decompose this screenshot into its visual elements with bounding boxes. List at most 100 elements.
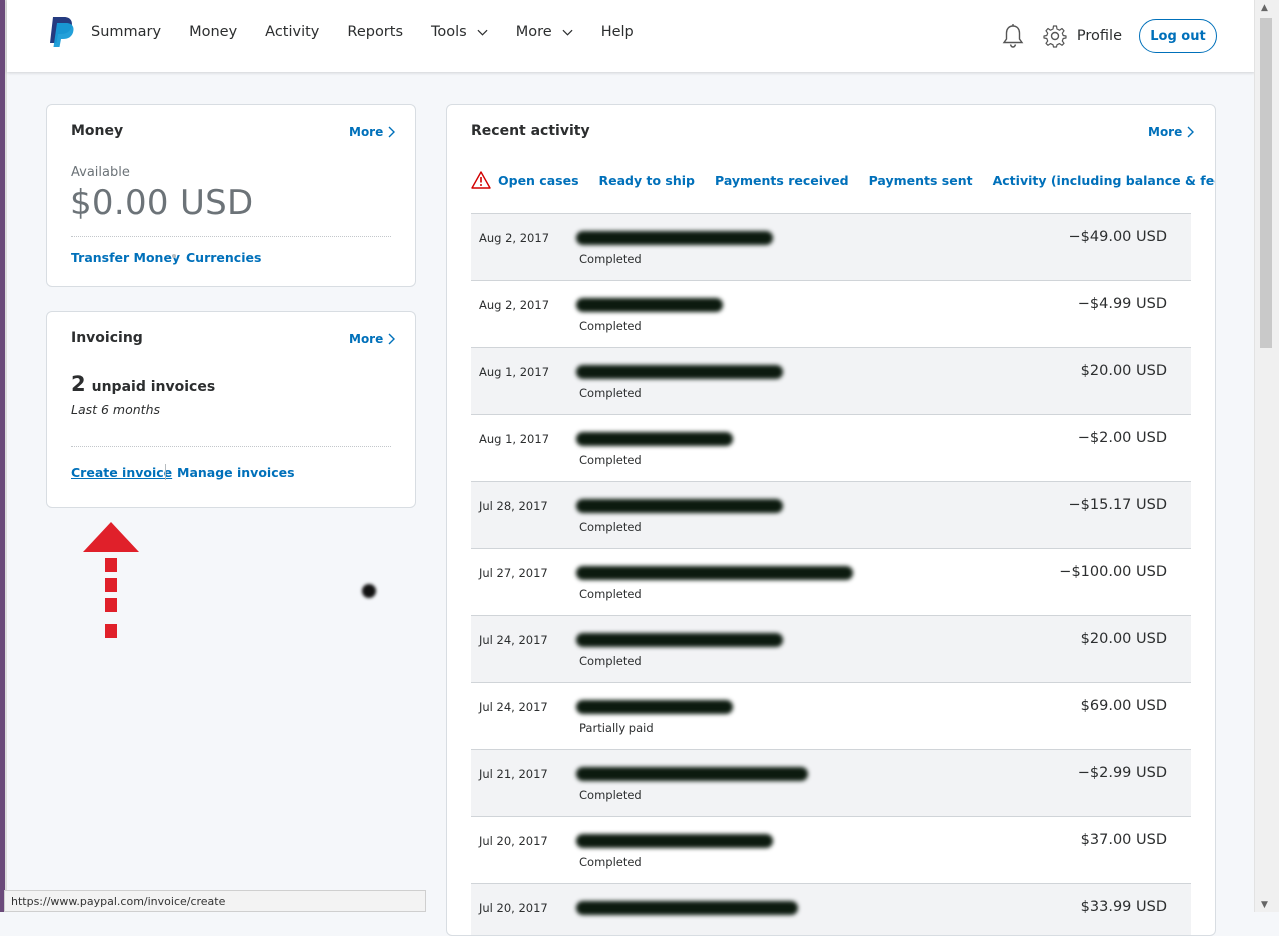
filter-open-cases[interactable]: Open cases bbox=[498, 173, 579, 188]
redacted-name bbox=[576, 633, 783, 647]
create-invoice-link[interactable]: Create invoice bbox=[71, 465, 172, 480]
row-status: Completed bbox=[579, 386, 642, 400]
divider bbox=[71, 236, 391, 237]
window-frame-edge bbox=[5, 0, 7, 912]
table-row[interactable]: Aug 1, 2017 Completed −$2.00 USD bbox=[471, 415, 1191, 482]
table-row[interactable]: Jul 20, 2017 $33.99 USD bbox=[471, 884, 1191, 935]
row-status: Completed bbox=[579, 319, 642, 333]
vertical-scrollbar[interactable]: ▲ ▼ bbox=[1254, 0, 1279, 912]
nav-item-more[interactable]: More bbox=[516, 24, 573, 40]
mouse-cursor-blob bbox=[362, 584, 376, 598]
nav-item-activity[interactable]: Activity bbox=[265, 24, 319, 40]
table-row[interactable]: Jul 27, 2017 Completed −$100.00 USD bbox=[471, 549, 1191, 616]
currencies-link[interactable]: Currencies bbox=[186, 250, 261, 265]
row-amount: $37.00 USD bbox=[1080, 832, 1167, 848]
nav-item-label: Activity bbox=[265, 24, 320, 40]
unpaid-invoices-summary[interactable]: 2 unpaid invoices bbox=[71, 372, 215, 396]
transfer-money-link[interactable]: Transfer Money bbox=[71, 250, 180, 265]
row-amount: −$2.00 USD bbox=[1077, 430, 1167, 446]
red-arrow-annotation bbox=[83, 522, 139, 638]
row-amount: $33.99 USD bbox=[1080, 899, 1167, 915]
separator-dot bbox=[172, 254, 176, 258]
nav-item-label: More bbox=[515, 24, 552, 40]
filter-payments-sent[interactable]: Payments sent bbox=[869, 173, 973, 188]
table-row[interactable]: Jul 24, 2017 Completed $20.00 USD bbox=[471, 616, 1191, 683]
money-more-label: More bbox=[349, 125, 384, 139]
main-nav: Summary Money Activity Reports Tools More Help bbox=[91, 24, 662, 40]
profile-link[interactable]: Profile bbox=[1077, 28, 1122, 44]
row-amount: −$15.17 USD bbox=[1068, 497, 1167, 513]
redacted-name bbox=[576, 700, 733, 714]
row-date: Aug 1, 2017 bbox=[479, 365, 550, 379]
separator-pipe bbox=[165, 464, 166, 480]
row-date: Aug 2, 2017 bbox=[479, 231, 550, 245]
chevron-right-icon bbox=[388, 333, 396, 345]
invoicing-card: Invoicing More 2 unpaid invoices Last 6 … bbox=[46, 311, 416, 508]
money-more-link[interactable]: More bbox=[349, 125, 396, 139]
nav-item-tools[interactable]: Tools bbox=[431, 24, 488, 40]
divider bbox=[71, 446, 391, 447]
table-row[interactable]: Jul 21, 2017 Completed −$2.99 USD bbox=[471, 750, 1191, 817]
row-date: Jul 27, 2017 bbox=[479, 566, 548, 580]
nav-item-help[interactable]: Help bbox=[601, 24, 634, 40]
nav-item-label: Help bbox=[600, 24, 634, 40]
row-status: Completed bbox=[579, 252, 642, 266]
table-row[interactable]: Aug 2, 2017 Completed −$4.99 USD bbox=[471, 281, 1191, 348]
activity-more-label: More bbox=[1148, 125, 1183, 139]
balance-amount: $0.00 USD bbox=[70, 183, 254, 223]
nav-item-money[interactable]: Money bbox=[189, 24, 237, 40]
activity-more-link[interactable]: More bbox=[1148, 125, 1195, 139]
scroll-thumb[interactable] bbox=[1260, 18, 1272, 348]
activity-filters: Open cases Ready to ship Payments receiv… bbox=[471, 171, 1215, 189]
table-row[interactable]: Aug 1, 2017 Completed $20.00 USD bbox=[471, 348, 1191, 415]
row-amount: $69.00 USD bbox=[1080, 698, 1167, 714]
bell-icon[interactable] bbox=[1001, 23, 1025, 49]
table-row[interactable]: Jul 28, 2017 Completed −$15.17 USD bbox=[471, 482, 1191, 549]
chevron-right-icon bbox=[388, 126, 396, 138]
filter-ready-to-ship[interactable]: Ready to ship bbox=[599, 173, 695, 188]
scroll-down-arrow-icon[interactable]: ▼ bbox=[1261, 900, 1268, 910]
redacted-name bbox=[576, 231, 773, 245]
recent-activity-title: Recent activity bbox=[471, 123, 590, 139]
period-label: Last 6 months bbox=[71, 402, 161, 417]
row-date: Jul 20, 2017 bbox=[479, 834, 548, 848]
logout-button[interactable]: Log out bbox=[1139, 19, 1217, 53]
row-amount: −$100.00 USD bbox=[1059, 564, 1167, 580]
row-date: Jul 21, 2017 bbox=[479, 767, 548, 781]
row-status: Completed bbox=[579, 520, 642, 534]
status-url: https://www.paypal.com/invoice/create bbox=[11, 894, 226, 908]
redacted-name bbox=[576, 499, 783, 513]
redacted-name bbox=[576, 901, 798, 915]
gear-icon[interactable] bbox=[1043, 24, 1067, 48]
row-status: Completed bbox=[579, 453, 642, 467]
chevron-down-icon bbox=[562, 29, 573, 36]
invoicing-card-title: Invoicing bbox=[71, 330, 143, 346]
paypal-logo[interactable] bbox=[46, 15, 76, 49]
row-date: Jul 24, 2017 bbox=[479, 700, 548, 714]
nav-item-label: Summary bbox=[91, 24, 162, 40]
nav-item-summary[interactable]: Summary bbox=[91, 24, 161, 40]
money-card: Money More Available $0.00 USD Transfer … bbox=[46, 104, 416, 287]
header-actions: Profile Log out bbox=[1001, 18, 1255, 54]
unpaid-count: 2 bbox=[71, 372, 86, 396]
table-row[interactable]: Jul 24, 2017 Partially paid $69.00 USD bbox=[471, 683, 1191, 750]
table-row[interactable]: Aug 2, 2017 Completed −$49.00 USD bbox=[471, 214, 1191, 281]
row-status: Completed bbox=[579, 587, 642, 601]
filter-activity-all[interactable]: Activity (including balance & fees) bbox=[993, 173, 1215, 188]
manage-invoices-link[interactable]: Manage invoices bbox=[177, 465, 295, 480]
invoicing-more-link[interactable]: More bbox=[349, 332, 396, 346]
chevron-right-icon bbox=[1187, 126, 1195, 138]
filter-payments-received[interactable]: Payments received bbox=[715, 173, 849, 188]
nav-item-label: Reports bbox=[347, 24, 404, 40]
scroll-up-arrow-icon[interactable]: ▲ bbox=[1261, 3, 1268, 13]
row-status: Completed bbox=[579, 788, 642, 802]
row-status: Completed bbox=[579, 855, 642, 869]
recent-activity-card: Recent activity More Open cases Ready to… bbox=[446, 104, 1216, 936]
row-amount: −$4.99 USD bbox=[1077, 296, 1167, 312]
browser-status-bar: https://www.paypal.com/invoice/create bbox=[4, 890, 426, 912]
table-row[interactable]: Jul 20, 2017 Completed $37.00 USD bbox=[471, 817, 1191, 884]
row-date: Jul 20, 2017 bbox=[479, 901, 548, 915]
nav-item-reports[interactable]: Reports bbox=[347, 24, 403, 40]
row-date: Aug 1, 2017 bbox=[479, 432, 550, 446]
row-status: Completed bbox=[579, 654, 642, 668]
